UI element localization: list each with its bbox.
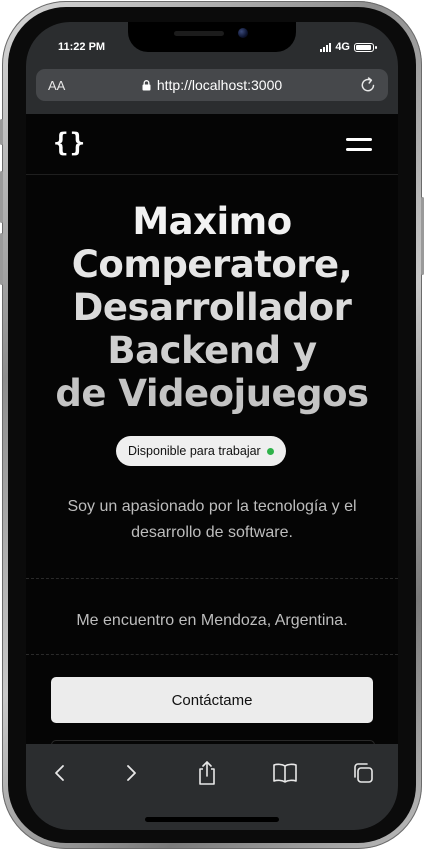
url-display[interactable]: http://localhost:3000 [36, 77, 388, 93]
hero-line: Backend y [107, 329, 317, 372]
site-header: {} [26, 114, 398, 175]
volume-down-button [0, 233, 3, 285]
reload-icon[interactable] [358, 75, 378, 95]
earpiece-speaker [174, 31, 224, 36]
hero-line: de Videojuegos [55, 372, 369, 415]
section-divider [26, 654, 398, 655]
hero-line: Desarrollador [72, 286, 352, 329]
hero-line: Comperatore, [71, 243, 353, 286]
forward-icon[interactable] [116, 758, 146, 788]
battery-icon [354, 42, 377, 52]
bookmarks-icon[interactable] [270, 758, 300, 788]
hamburger-menu-icon[interactable] [346, 136, 372, 154]
signal-icon [320, 42, 332, 52]
availability-badge: Disponible para trabajar [116, 436, 286, 466]
browser-address-area: AA http://localhost:3000 [26, 68, 398, 114]
address-bar[interactable]: AA http://localhost:3000 [36, 69, 388, 101]
hero-title: Maximo Comperatore, Desarrollador Backen… [26, 200, 398, 415]
back-icon[interactable] [45, 758, 75, 788]
network-type: 4G [335, 41, 350, 53]
status-indicators: 4G [320, 41, 377, 53]
front-camera [238, 28, 248, 38]
url-text: http://localhost:3000 [156, 77, 283, 93]
home-indicator[interactable] [145, 817, 279, 822]
lock-icon [142, 80, 151, 91]
site-logo[interactable]: {} [53, 128, 86, 158]
availability-label: Disponible para trabajar [128, 444, 261, 458]
volume-up-button [0, 171, 3, 223]
location-text: Me encuentro en Mendoza, Argentina. [76, 612, 348, 629]
notch [128, 22, 296, 52]
hero-line: Maximo [132, 200, 292, 243]
share-icon[interactable] [192, 758, 222, 788]
intro-text: Soy un apasionado por la tecnología y el… [67, 498, 357, 541]
browser-toolbar [26, 744, 398, 830]
status-time: 11:22 PM [58, 41, 106, 53]
web-page: {} Maximo Comperatore, Desarrollador Bac… [26, 114, 398, 830]
device-screen: 11:22 PM 4G AA http://localhost:3000 {} … [26, 22, 398, 830]
section-divider [26, 578, 398, 579]
contact-button[interactable]: Contáctame [51, 677, 373, 723]
tabs-icon[interactable] [348, 758, 378, 788]
mute-switch [0, 119, 3, 145]
availability-dot-icon [266, 447, 274, 455]
